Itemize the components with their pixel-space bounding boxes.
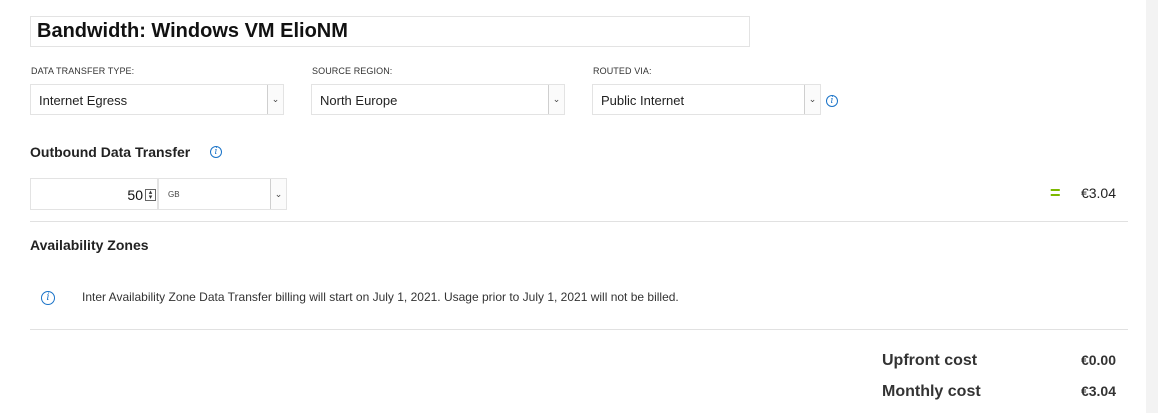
availability-zones-notice: Inter Availability Zone Data Transfer bi…: [82, 290, 679, 304]
routed-via-label: ROUTED VIA:: [593, 66, 652, 76]
routed-via-select[interactable]: Public Internet ⌄: [592, 84, 821, 115]
monthly-cost-value: €3.04: [1080, 383, 1116, 399]
availability-zones-title: Availability Zones: [30, 237, 149, 253]
info-icon[interactable]: i: [210, 146, 222, 158]
data-transfer-type-value: Internet Egress: [39, 93, 128, 108]
outbound-unit-value: GB: [168, 190, 180, 199]
chevron-down-icon[interactable]: ⌄: [270, 179, 286, 209]
outbound-quantity-value: 50: [127, 187, 143, 203]
monthly-cost-label: Monthly cost: [882, 383, 981, 400]
upfront-cost-value: €0.00: [1080, 352, 1116, 368]
outbound-price: €3.04: [1080, 185, 1116, 201]
estimate-panel: Bandwidth: Windows VM ElioNM DATA TRANSF…: [0, 0, 1146, 413]
spinner-icon[interactable]: ▴ ▾: [145, 189, 156, 201]
divider: [30, 329, 1128, 330]
chevron-down-icon[interactable]: ⌄: [804, 85, 820, 114]
info-icon: i: [41, 291, 55, 305]
data-transfer-type-label: DATA TRANSFER TYPE:: [31, 66, 135, 76]
scrollbar[interactable]: [1146, 0, 1158, 413]
divider: [30, 221, 1128, 222]
info-icon[interactable]: i: [826, 95, 838, 107]
equals-sign: =: [1050, 183, 1061, 203]
outbound-quantity-input[interactable]: 50 ▴ ▾: [30, 178, 158, 210]
data-transfer-type-select[interactable]: Internet Egress ⌄: [30, 84, 284, 115]
source-region-select[interactable]: North Europe ⌄: [311, 84, 565, 115]
outbound-unit-select[interactable]: GB ⌄: [158, 178, 287, 210]
chevron-down-icon[interactable]: ⌄: [267, 85, 283, 114]
source-region-value: North Europe: [320, 93, 398, 108]
estimate-title-input[interactable]: Bandwidth: Windows VM ElioNM: [30, 16, 750, 47]
outbound-data-transfer-title: Outbound Data Transfer: [30, 144, 191, 160]
chevron-down-icon[interactable]: ⌄: [548, 85, 564, 114]
routed-via-value: Public Internet: [601, 93, 685, 108]
source-region-label: SOURCE REGION:: [312, 66, 393, 76]
upfront-cost-label: Upfront cost: [882, 352, 978, 369]
